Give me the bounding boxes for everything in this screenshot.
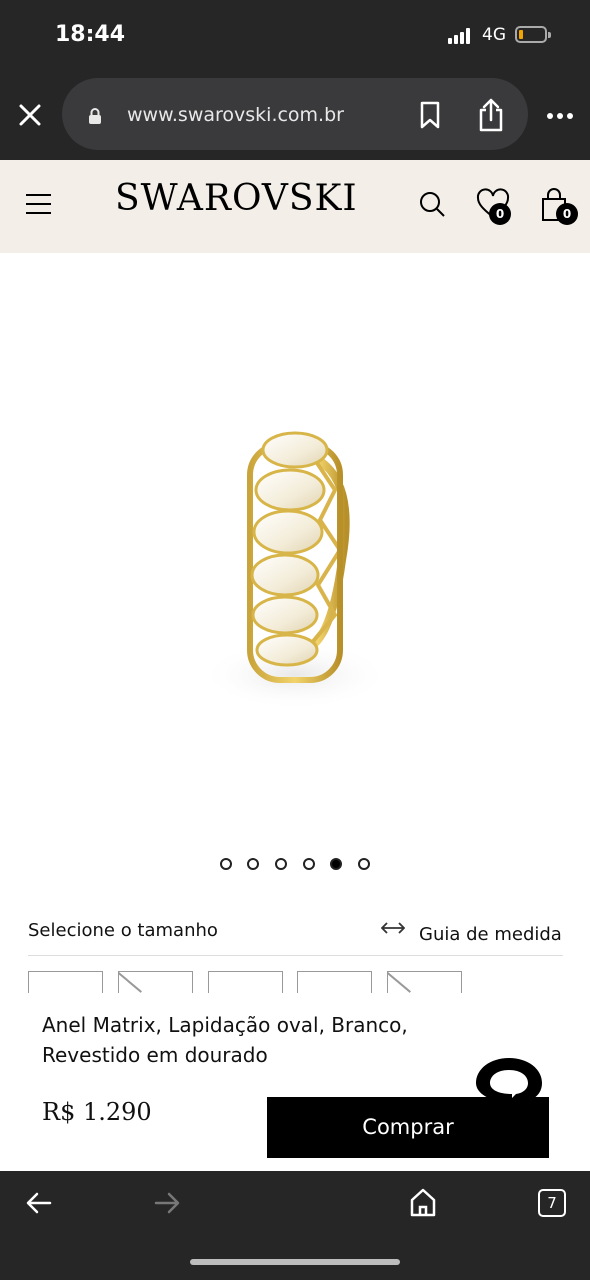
carousel-dots xyxy=(220,858,380,874)
carousel-dot[interactable] xyxy=(247,858,259,870)
status-bar: 18:44 4G xyxy=(0,0,590,70)
network-type: 4G xyxy=(482,25,506,45)
chat-icon[interactable] xyxy=(474,1056,544,1118)
carousel-dot[interactable] xyxy=(275,858,287,870)
close-icon[interactable] xyxy=(18,103,42,127)
site-header: SWAROVSKI 0 0 xyxy=(0,160,590,253)
product-name: Anel Matrix, Lapidação oval, Branco, Rev… xyxy=(42,1013,408,1067)
size-option[interactable] xyxy=(297,971,372,995)
share-icon[interactable] xyxy=(477,98,505,132)
forward-arrow-icon[interactable] xyxy=(154,1191,180,1215)
menu-icon[interactable] xyxy=(25,192,52,216)
tabs-button[interactable]: 7 xyxy=(538,1189,566,1217)
size-guide-link[interactable]: Guia de medida xyxy=(419,924,562,945)
carousel-dot-active[interactable] xyxy=(330,858,342,870)
carousel-dot[interactable] xyxy=(220,858,232,870)
url-text[interactable]: www.swarovski.com.br xyxy=(127,104,344,126)
carousel-dot[interactable] xyxy=(358,858,370,870)
home-indicator xyxy=(190,1259,400,1265)
product-price: R$ 1.290 xyxy=(42,1098,152,1126)
search-icon[interactable] xyxy=(418,190,446,218)
size-option-unavailable[interactable] xyxy=(118,971,193,995)
size-option[interactable] xyxy=(208,971,283,995)
signal-icon xyxy=(448,28,474,44)
size-option[interactable] xyxy=(28,971,103,995)
brand-logo[interactable]: SWAROVSKI xyxy=(115,178,358,219)
product-image[interactable] xyxy=(190,420,410,740)
browser-toolbar: www.swarovski.com.br xyxy=(0,70,590,160)
back-arrow-icon[interactable] xyxy=(26,1191,52,1215)
swap-arrows-icon[interactable] xyxy=(381,920,405,936)
battery-icon xyxy=(515,26,551,43)
divider xyxy=(28,955,563,956)
carousel-dot[interactable] xyxy=(303,858,315,870)
size-option-unavailable[interactable] xyxy=(387,971,462,995)
lock-icon xyxy=(89,108,101,124)
bag-count-badge: 0 xyxy=(556,203,578,225)
more-icon[interactable] xyxy=(546,112,574,120)
status-time: 18:44 xyxy=(55,22,126,47)
home-icon[interactable] xyxy=(409,1187,437,1217)
wishlist-button[interactable]: 0 xyxy=(475,187,511,227)
bookmark-icon[interactable] xyxy=(418,101,442,129)
bag-button[interactable]: 0 xyxy=(540,187,578,229)
size-select-label: Selecione o tamanho xyxy=(28,920,218,941)
wishlist-count-badge: 0 xyxy=(489,203,511,225)
